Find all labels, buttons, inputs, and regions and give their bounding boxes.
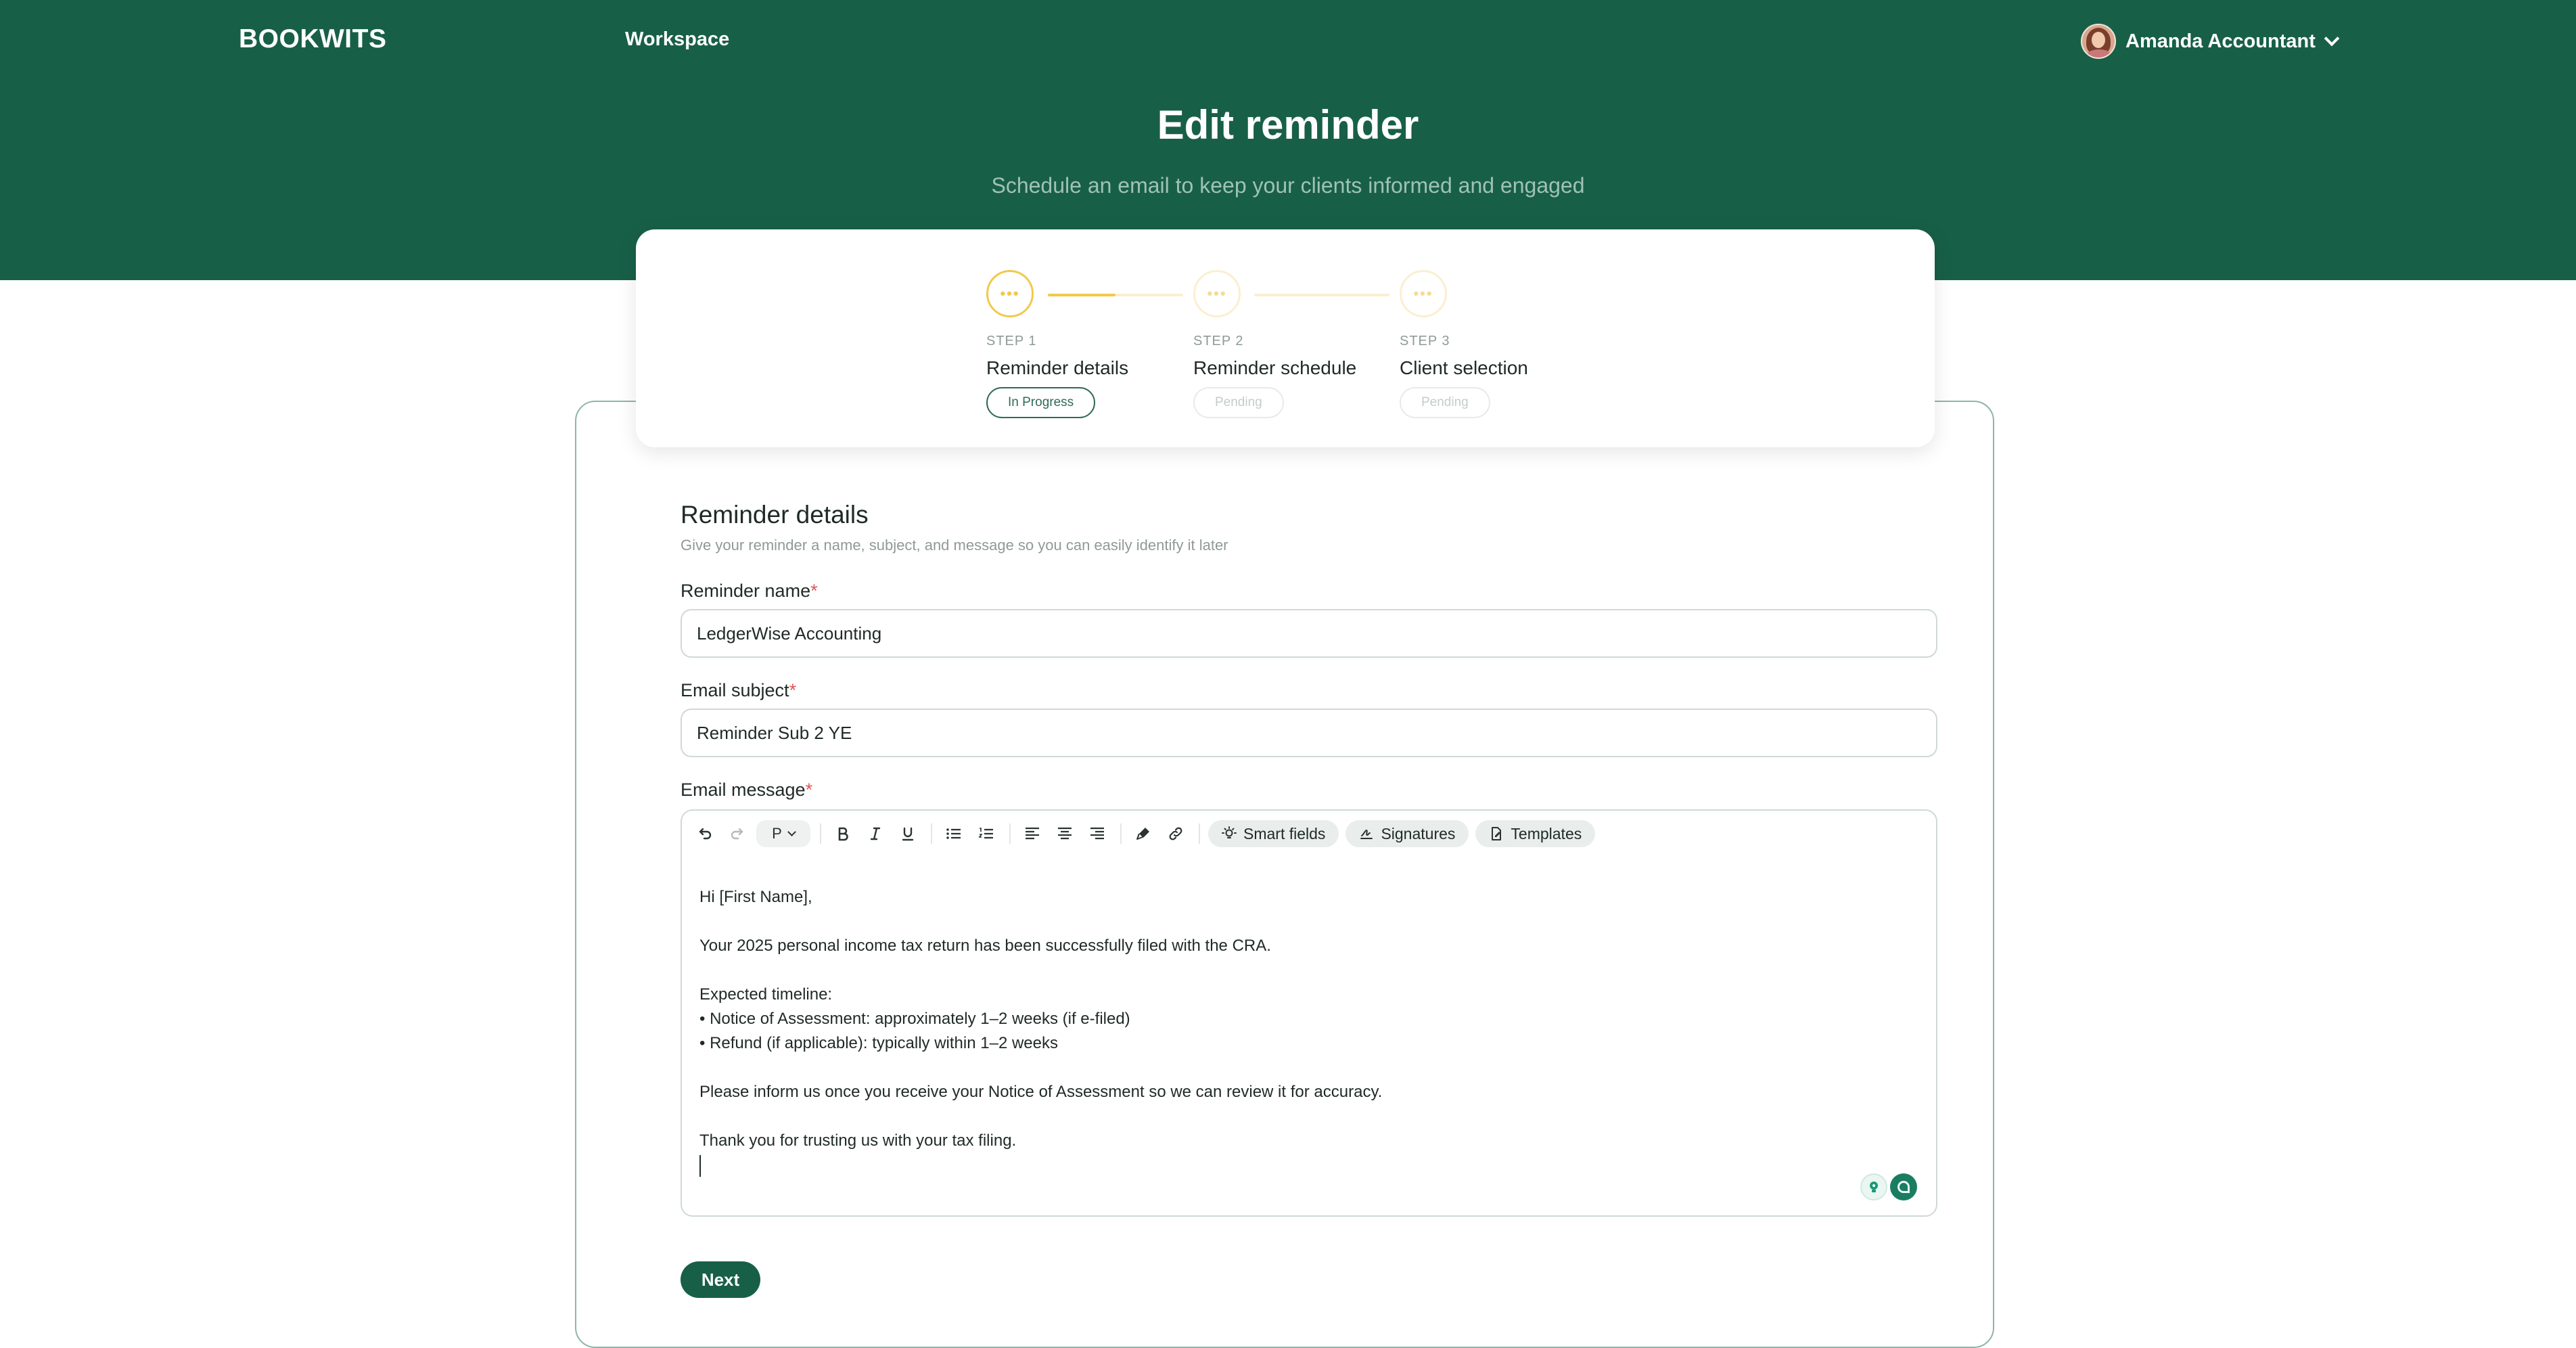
step-1-title: Reminder details	[986, 357, 1129, 378]
email-message-label-text: Email message	[681, 780, 806, 800]
required-marker: *	[805, 780, 813, 800]
page-subtitle: Schedule an email to keep your clients i…	[991, 173, 1585, 198]
toolbar-divider	[931, 824, 932, 844]
step-3[interactable]: ••• STEP 3 Client selection Pending	[1400, 270, 1528, 418]
block-format-value: P	[772, 825, 782, 842]
smart-fields-label: Smart fields	[1243, 824, 1326, 842]
text-cursor	[699, 1154, 701, 1177]
reminder-name-label: Reminder name*	[681, 581, 818, 602]
italic-icon[interactable]	[862, 820, 889, 847]
next-button[interactable]: Next	[681, 1261, 760, 1298]
step-2-circle: •••	[1193, 270, 1241, 317]
align-left-icon[interactable]	[1019, 820, 1046, 847]
block-format-select[interactable]: P	[756, 820, 810, 847]
undo-icon[interactable]	[691, 820, 718, 847]
toolbar-divider	[1009, 824, 1011, 844]
align-right-icon[interactable]	[1084, 820, 1111, 847]
step-2-title: Reminder schedule	[1193, 357, 1357, 378]
stepper-card: ••• STEP 1 Reminder details In Progress …	[636, 229, 1935, 447]
bold-icon[interactable]	[829, 820, 856, 847]
reminder-name-input[interactable]: LedgerWise Accounting	[681, 609, 1937, 658]
section-description: Give your reminder a name, subject, and …	[681, 537, 1228, 554]
reminder-name-label-text: Reminder name	[681, 581, 811, 601]
toolbar-divider	[820, 824, 821, 844]
email-message-editor[interactable]: P Smart fields Signatures Templates Hi […	[681, 809, 1937, 1217]
step-3-status-badge: Pending	[1400, 387, 1490, 418]
toolbar-divider	[1199, 824, 1200, 844]
link-icon[interactable]	[1162, 820, 1189, 847]
smart-fields-button[interactable]: Smart fields	[1208, 820, 1339, 847]
bullet-list-icon[interactable]	[940, 820, 967, 847]
step-2[interactable]: ••• STEP 2 Reminder schedule Pending	[1193, 270, 1356, 418]
step-3-circle: •••	[1400, 270, 1447, 317]
nav-workspace-link[interactable]: Workspace	[625, 28, 729, 51]
required-marker: *	[789, 680, 797, 700]
lightbulb-icon	[1222, 826, 1237, 838]
reminder-name-value: LedgerWise Accounting	[697, 623, 882, 644]
chevron-down-icon	[787, 828, 796, 836]
template-icon	[1492, 827, 1502, 840]
user-menu[interactable]: Amanda Accountant	[2081, 23, 2340, 60]
avatar	[2081, 24, 2116, 59]
templates-label: Templates	[1511, 824, 1582, 842]
underline-icon[interactable]	[894, 820, 921, 847]
step-2-status-badge: Pending	[1193, 387, 1284, 418]
email-message-label: Email message*	[681, 780, 812, 801]
email-subject-input[interactable]: Reminder Sub 2 YE	[681, 709, 1937, 757]
step-2-number: STEP 2	[1193, 334, 1244, 349]
grammar-assistant-icon[interactable]	[1860, 1173, 1887, 1200]
section-title: Reminder details	[681, 501, 869, 529]
align-center-icon[interactable]	[1051, 820, 1078, 847]
email-subject-label: Email subject*	[681, 680, 796, 701]
chat-assistant-icon[interactable]	[1890, 1173, 1917, 1200]
templates-button[interactable]: Templates	[1475, 820, 1596, 847]
email-subject-label-text: Email subject	[681, 680, 789, 700]
step-1-circle: •••	[986, 270, 1034, 317]
signatures-label: Signatures	[1381, 824, 1456, 842]
step-1[interactable]: ••• STEP 1 Reminder details In Progress	[986, 270, 1128, 418]
chevron-down-icon	[2324, 30, 2340, 47]
email-subject-value: Reminder Sub 2 YE	[697, 722, 852, 743]
numbered-list-icon[interactable]	[973, 820, 1000, 847]
brand-logo[interactable]: BOOKWITS	[239, 24, 386, 54]
redo-icon[interactable]	[724, 820, 751, 847]
step-3-title: Client selection	[1400, 357, 1528, 378]
user-name: Amanda Accountant	[2125, 30, 2316, 52]
toolbar-divider	[1120, 824, 1122, 844]
highlighter-icon[interactable]	[1130, 820, 1157, 847]
signature-icon	[1360, 829, 1373, 839]
editor-assistant-badges	[1860, 1173, 1917, 1200]
signatures-button[interactable]: Signatures	[1346, 820, 1469, 847]
email-message-text: Hi [First Name], Your 2025 personal inco…	[699, 888, 1383, 1150]
step-1-number: STEP 1	[986, 334, 1037, 349]
step-3-number: STEP 3	[1400, 334, 1450, 349]
step-1-status-badge: In Progress	[986, 387, 1096, 418]
editor-toolbar: P Smart fields Signatures Templates	[691, 819, 1602, 849]
required-marker: *	[810, 581, 818, 601]
editor-content[interactable]: Hi [First Name], Your 2025 personal inco…	[699, 885, 1918, 1177]
page-title: Edit reminder	[1157, 102, 1419, 148]
